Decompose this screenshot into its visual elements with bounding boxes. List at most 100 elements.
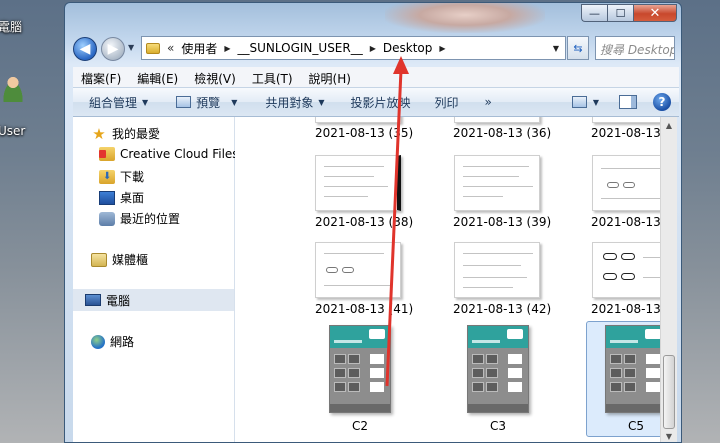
- breadcrumb-users[interactable]: 使用者: [181, 40, 217, 57]
- title-bar-glass: [385, 3, 545, 33]
- refresh-button[interactable]: ⇆: [567, 36, 589, 60]
- file-name-35[interactable]: 2021-08-13 (35): [315, 126, 413, 140]
- file-name-37[interactable]: 2021-08-13 (37): [591, 126, 660, 140]
- desktop-user-label[interactable]: User: [0, 124, 25, 138]
- nav-desktop-label: 桌面: [120, 191, 145, 205]
- chevron-down-icon: ▼: [231, 97, 238, 107]
- more-label: »: [484, 95, 492, 109]
- file-thumbnail[interactable]: [315, 242, 401, 298]
- breadcrumb-separator-icon[interactable]: ▶: [224, 44, 230, 53]
- nav-creative-cloud[interactable]: Creative Cloud Files: [99, 147, 239, 161]
- address-bar[interactable]: « 使用者 ▶ __SUNLOGIN_USER__ ▶ Desktop ▶ ▼: [141, 36, 566, 60]
- file-name-36[interactable]: 2021-08-13 (36): [453, 126, 551, 140]
- command-bar: 組合管理 ▼ 預覽 ▼ 共用對象 ▼ 投影片放映 列印 » ▼ ?: [73, 87, 679, 117]
- file-name-42[interactable]: 2021-08-13 (42): [453, 302, 551, 316]
- nav-desktop[interactable]: 桌面: [99, 189, 144, 206]
- print-button[interactable]: 列印: [435, 94, 459, 111]
- desktop-icon: [99, 190, 115, 205]
- file-thumbnail-c3[interactable]: [467, 325, 529, 413]
- forward-button[interactable]: ▶: [101, 37, 125, 61]
- nav-downloads-label: 下載: [120, 170, 145, 184]
- print-label: 列印: [434, 95, 459, 110]
- file-thumbnail[interactable]: [592, 117, 660, 123]
- menu-bar: 檔案(F) 編輯(E) 檢視(V) 工具(T) 說明(H): [73, 67, 679, 87]
- preview-button[interactable]: 預覽 ▼: [176, 94, 237, 111]
- address-history-dropdown-icon[interactable]: ▼: [553, 44, 559, 53]
- file-thumbnail[interactable]: [315, 117, 401, 123]
- explorer-window: — ☐ ✕ ◀ ▶ ▼ « 使用者 ▶ __SUNLOGIN_USER__ ▶ …: [64, 2, 682, 443]
- file-thumbnail[interactable]: [592, 155, 660, 211]
- file-thumbnail[interactable]: [454, 117, 540, 123]
- scroll-up-icon[interactable]: ▲: [661, 117, 677, 133]
- vertical-scrollbar[interactable]: ▲ ▼: [660, 117, 677, 442]
- nav-libraries[interactable]: 媒體櫃: [91, 251, 148, 268]
- minimize-button[interactable]: —: [581, 4, 607, 22]
- breadcrumb-separator-icon[interactable]: ▶: [439, 44, 445, 53]
- chevron-down-icon: ▼: [142, 97, 149, 107]
- menu-tools[interactable]: 工具(T): [244, 67, 301, 87]
- address-overflow[interactable]: «: [167, 41, 174, 55]
- menu-file[interactable]: 檔案(F): [73, 67, 129, 87]
- slideshow-button[interactable]: 投影片放映: [351, 94, 411, 111]
- nav-favorites[interactable]: ★ 我的最愛: [91, 125, 160, 142]
- file-name-39[interactable]: 2021-08-13 (39): [453, 215, 551, 229]
- share-label: 共用對象: [265, 95, 314, 110]
- preview-label: 預覽: [196, 95, 221, 110]
- view-options-icon[interactable]: [571, 96, 587, 108]
- more-commands-button[interactable]: »: [485, 95, 492, 109]
- maximize-button[interactable]: ☐: [607, 4, 633, 22]
- breadcrumb-sunlogin-user[interactable]: __SUNLOGIN_USER__: [238, 41, 363, 55]
- desktop-computer-label[interactable]: 電腦: [0, 18, 22, 35]
- arrow-right-icon: ▶: [107, 41, 119, 57]
- scroll-down-icon[interactable]: ▼: [661, 428, 677, 442]
- desktop-user-icon[interactable]: [0, 72, 30, 102]
- organize-label: 組合管理: [89, 95, 138, 110]
- close-button[interactable]: ✕: [633, 4, 677, 22]
- file-thumbnail-c5[interactable]: [605, 325, 660, 413]
- nav-downloads[interactable]: ⬇ 下載: [99, 168, 144, 185]
- nav-recent-label: 最近的位置: [120, 212, 181, 226]
- computer-icon: [85, 294, 101, 306]
- star-icon: ★: [92, 124, 106, 143]
- back-button[interactable]: ◀: [73, 37, 97, 61]
- command-bar-right: ▼ ?: [571, 88, 679, 116]
- file-name-43[interactable]: 2021-08-13 (43): [591, 302, 660, 316]
- file-thumbnail-c2[interactable]: [329, 325, 391, 413]
- file-name-c5[interactable]: C5: [591, 419, 660, 433]
- recent-places-icon: [99, 211, 115, 226]
- downloads-icon: ⬇: [99, 169, 115, 184]
- file-thumbnail[interactable]: [454, 155, 540, 211]
- file-thumbnail[interactable]: [592, 242, 660, 298]
- search-placeholder: 搜尋 Desktop: [600, 43, 675, 57]
- slideshow-label: 投影片放映: [350, 95, 411, 110]
- file-name-38[interactable]: 2021-08-13 (38): [315, 215, 413, 229]
- navigation-pane: ★ 我的最愛 Creative Cloud Files ⬇ 下載 桌面 最近的位…: [73, 117, 239, 442]
- arrow-left-icon: ◀: [79, 41, 91, 57]
- creative-cloud-icon: [99, 147, 115, 161]
- nav-recent[interactable]: 最近的位置: [99, 210, 180, 227]
- menu-edit[interactable]: 編輯(E): [129, 67, 186, 87]
- file-thumbnail[interactable]: [454, 242, 540, 298]
- file-name-c3[interactable]: C3: [453, 419, 543, 433]
- help-icon[interactable]: ?: [653, 93, 671, 111]
- menu-help[interactable]: 說明(H): [301, 67, 359, 87]
- breadcrumb-desktop[interactable]: Desktop: [383, 41, 433, 55]
- chevron-down-icon[interactable]: ▼: [593, 98, 599, 107]
- file-name-41[interactable]: 2021-08-13 (41): [315, 302, 413, 316]
- share-button[interactable]: 共用對象 ▼: [265, 94, 324, 111]
- preview-pane-icon[interactable]: [619, 95, 637, 109]
- file-name-40[interactable]: 2021-08-13 (40): [591, 215, 660, 229]
- menu-view[interactable]: 檢視(V): [186, 67, 244, 87]
- refresh-icon: ⇆: [573, 41, 583, 55]
- file-thumbnail[interactable]: [315, 155, 401, 211]
- scrollbar-thumb[interactable]: [663, 355, 675, 429]
- search-input[interactable]: 搜尋 Desktop: [595, 36, 675, 60]
- nav-favorites-label: 我的最愛: [112, 127, 161, 141]
- nav-computer[interactable]: 電腦: [73, 289, 234, 311]
- file-name-c2[interactable]: C2: [315, 419, 405, 433]
- network-icon: [91, 334, 105, 349]
- organize-button[interactable]: 組合管理 ▼: [89, 94, 148, 111]
- breadcrumb-separator-icon[interactable]: ▶: [370, 44, 376, 53]
- recent-pages-dropdown[interactable]: ▼: [128, 43, 134, 52]
- nav-network[interactable]: 網路: [91, 333, 134, 350]
